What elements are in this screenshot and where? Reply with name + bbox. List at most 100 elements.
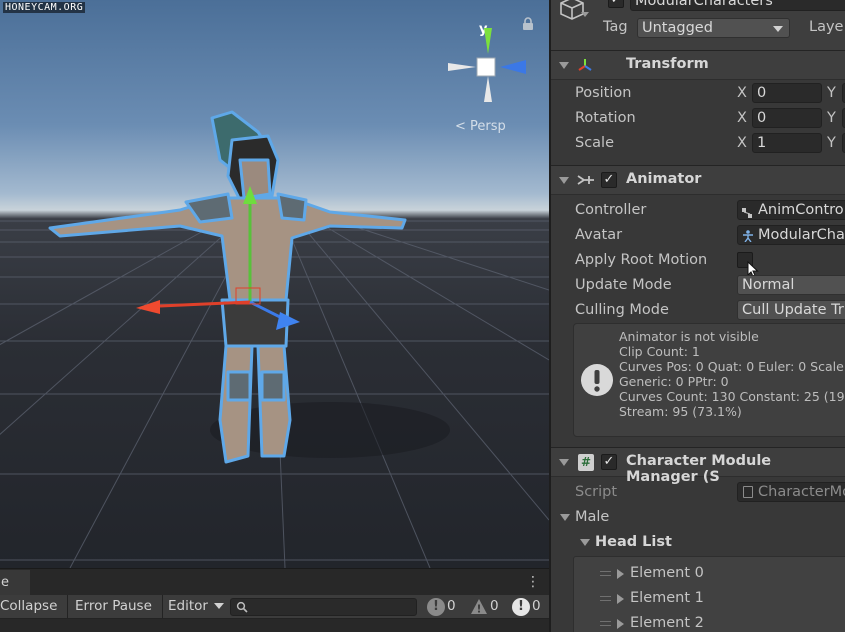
transform-header[interactable]: Transform — [551, 50, 845, 80]
layer-label: Laye — [809, 19, 844, 35]
position-y-label[interactable]: Y — [827, 85, 836, 101]
rotation-x-field[interactable]: 0 — [752, 108, 822, 128]
gizmo-y-cone[interactable] — [484, 28, 492, 54]
animator-icon — [577, 175, 594, 185]
search-icon — [236, 601, 248, 613]
element-label: Element 1 — [630, 590, 704, 606]
console-search-input[interactable] — [230, 598, 417, 616]
update-mode-label: Update Mode — [575, 277, 672, 293]
scale-x-field[interactable]: 1 — [752, 133, 822, 153]
gizmo-neg-y-cone[interactable] — [484, 76, 492, 102]
more-options-icon[interactable]: ⋮ — [526, 573, 540, 591]
dropdown-arrow-icon — [214, 603, 225, 609]
info-line: Animator is not visible — [619, 329, 759, 344]
rotation-label: Rotation — [575, 110, 636, 126]
animator-controller-icon — [742, 205, 752, 218]
culling-mode-label: Culling Mode — [575, 302, 669, 318]
gizmo-neg-x-cone[interactable] — [448, 63, 476, 71]
tag-label: Tag — [603, 19, 628, 35]
module-manager-title: Character Module Manager (S — [626, 453, 772, 485]
gizmo-z-cone[interactable] — [500, 60, 526, 74]
error-count-toggle[interactable]: ! 0 — [512, 597, 548, 617]
drag-handle-icon[interactable] — [600, 571, 611, 576]
object-active-checkbox[interactable]: ✓ — [608, 0, 624, 8]
script-icon: # — [578, 454, 594, 471]
male-label[interactable]: Male — [575, 509, 609, 525]
element-label: Element 0 — [630, 565, 704, 581]
warning-count-toggle[interactable]: ! 0 — [470, 597, 506, 617]
avatar-icon — [742, 229, 754, 243]
projection-label[interactable]: < Persp — [455, 119, 506, 134]
animator-title: Animator — [626, 171, 702, 187]
gizmo-center-cube[interactable] — [476, 57, 496, 77]
expand-arrow-icon[interactable] — [617, 619, 624, 629]
console-panel: e ⋮ Collapse Error Pause Editor ! 0 ! 0 — [0, 568, 549, 632]
info-line: Generic: 0 PPtr: 0 — [619, 374, 729, 389]
animator-info-box: Animator is not visible Clip Count: 1 Cu… — [573, 323, 845, 437]
error-count: 0 — [532, 598, 541, 614]
script-value: CharacterMo — [758, 484, 845, 500]
expand-arrow-icon[interactable] — [617, 569, 624, 579]
info-line: Curves Pos: 0 Quat: 0 Euler: 0 Scale — [619, 359, 844, 374]
list-item[interactable]: Element 0 — [595, 562, 845, 586]
log-count-toggle[interactable]: ! 0 — [427, 597, 463, 617]
collapse-button[interactable]: Collapse — [0, 595, 66, 619]
male-foldout-arrow-icon[interactable] — [560, 514, 570, 521]
info-line: Clip Count: 1 — [619, 344, 700, 359]
dropdown-arrow-icon — [773, 26, 783, 32]
editor-dropdown-label: Editor — [168, 598, 208, 614]
scale-x-label[interactable]: X — [737, 135, 747, 151]
head-list-label[interactable]: Head List — [595, 534, 672, 550]
controller-value: AnimControl — [758, 202, 845, 218]
chevron-left-icon: < — [455, 119, 471, 134]
head-list-foldout-arrow-icon[interactable] — [580, 539, 590, 546]
avatar-value: ModularCha — [758, 227, 845, 243]
editor-dropdown[interactable]: Editor — [168, 595, 226, 619]
icon-dropdown-arrow-icon[interactable] — [581, 12, 589, 17]
position-label: Position — [575, 85, 632, 101]
warning-count: 0 — [490, 598, 499, 614]
apply-root-motion-label: Apply Root Motion — [575, 252, 708, 268]
orientation-gizmo[interactable]: y — [446, 20, 526, 106]
scene-view[interactable]: HONEYCAM.ORG y < Persp — [0, 0, 549, 568]
object-name-field[interactable]: ModularCharacters — [630, 0, 845, 11]
drag-handle-icon[interactable] — [600, 621, 611, 626]
rotation-x-label[interactable]: X — [737, 110, 747, 126]
position-x-field[interactable]: 0 — [752, 83, 822, 103]
culling-mode-dropdown[interactable]: Cull Update Tr — [737, 300, 845, 320]
script-label: Script — [575, 484, 618, 500]
transform-title: Transform — [626, 56, 709, 72]
transform-icon — [578, 59, 592, 71]
error-pause-button[interactable]: Error Pause — [75, 595, 161, 619]
gameobject-icon — [560, 0, 584, 20]
console-toolbar: Collapse Error Pause Editor ! 0 ! 0 ! 0 — [0, 595, 549, 619]
scale-label: Scale — [575, 135, 615, 151]
console-tab[interactable]: e — [0, 570, 30, 595]
toolbar-divider — [162, 595, 163, 619]
toolbar-divider — [67, 595, 68, 619]
tag-dropdown[interactable]: Untagged — [637, 18, 790, 38]
animator-enabled-checkbox[interactable]: ✓ — [601, 172, 617, 188]
error-icon: ! — [512, 598, 530, 616]
foldout-arrow-icon — [559, 459, 569, 466]
script-field: CharacterMo — [737, 482, 845, 502]
info-line: Curves Count: 130 Constant: 25 (19. — [619, 389, 845, 404]
position-x-label[interactable]: X — [737, 85, 747, 101]
scale-y-label[interactable]: Y — [827, 135, 836, 151]
element-label: Element 2 — [630, 615, 704, 631]
script-file-icon — [743, 486, 753, 498]
avatar-field[interactable]: ModularCha — [737, 225, 845, 245]
update-mode-dropdown[interactable]: Normal — [737, 275, 845, 295]
expand-arrow-icon[interactable] — [617, 594, 624, 604]
animator-header[interactable]: ✓ Animator — [551, 165, 845, 195]
foldout-arrow-icon — [559, 62, 569, 69]
list-item[interactable]: Element 1 — [595, 587, 845, 611]
avatar-label: Avatar — [575, 227, 623, 243]
rotation-y-label[interactable]: Y — [827, 110, 836, 126]
module-manager-enabled-checkbox[interactable]: ✓ — [601, 454, 617, 470]
module-manager-header[interactable]: # ✓ Character Module Manager (S — [551, 447, 845, 485]
drag-handle-icon[interactable] — [600, 596, 611, 601]
controller-field[interactable]: AnimControl — [737, 200, 845, 220]
list-item[interactable]: Element 2 — [595, 612, 845, 632]
info-line: Stream: 95 (73.1%) — [619, 404, 742, 419]
